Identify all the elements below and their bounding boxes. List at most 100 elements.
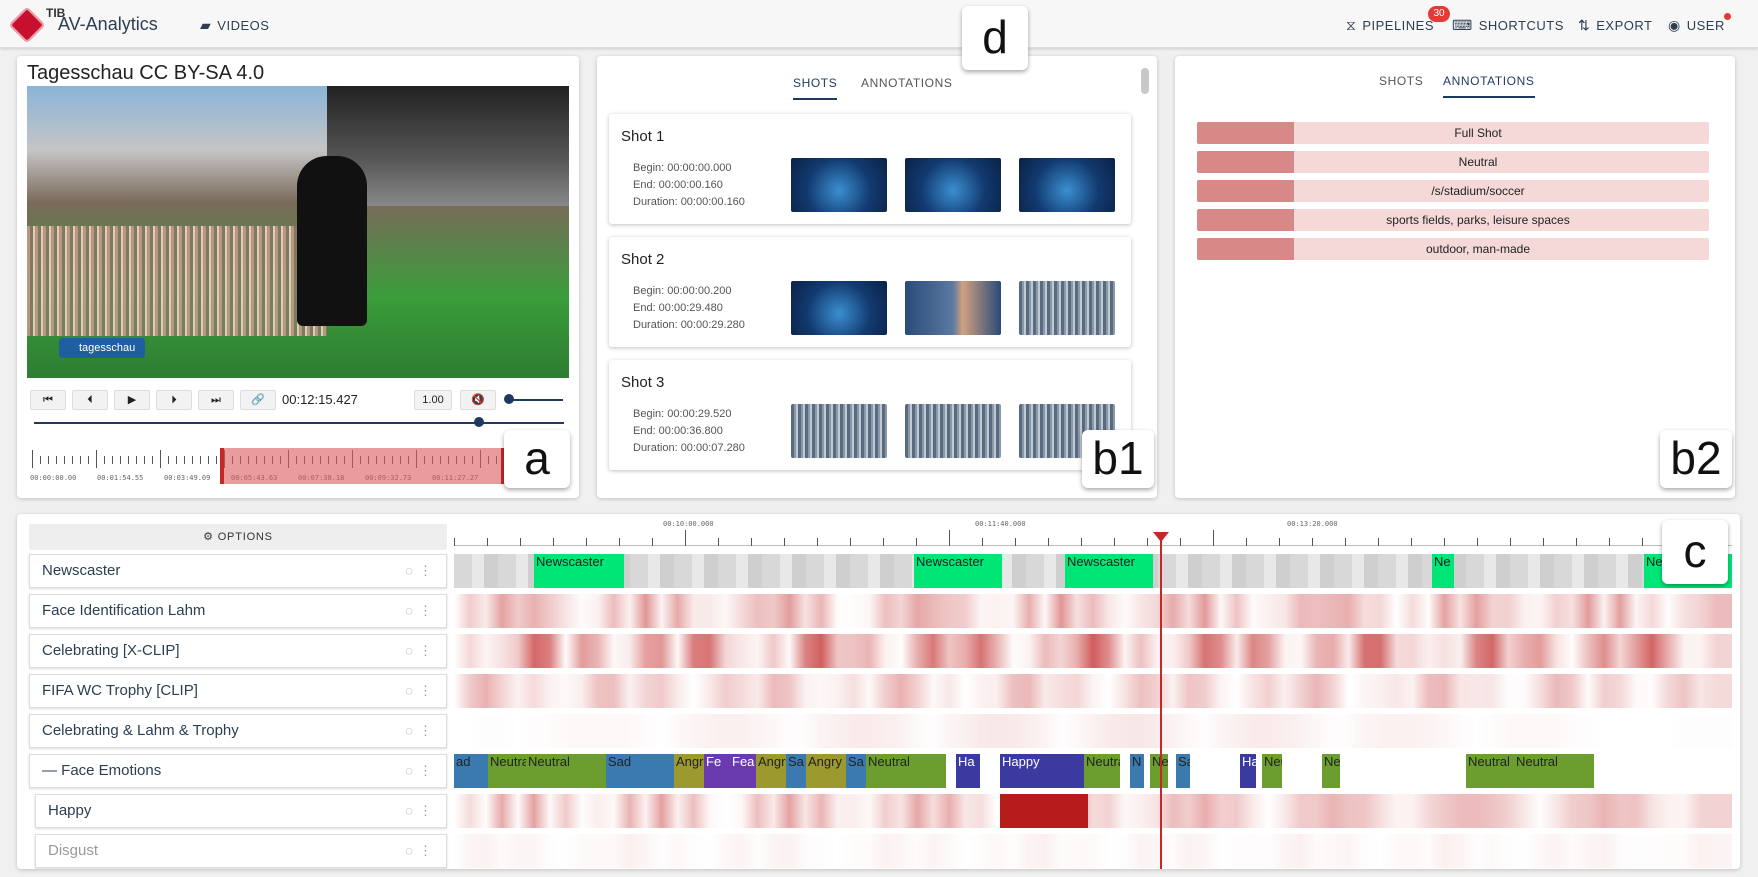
- playhead-line[interactable]: [1160, 538, 1162, 869]
- emotion-segment[interactable]: Ne: [1150, 754, 1168, 788]
- timeline-lane[interactable]: [454, 674, 1732, 708]
- annotation-item[interactable]: Neutral: [1197, 151, 1709, 173]
- emotion-segment[interactable]: Neutra: [1084, 754, 1120, 788]
- emotion-segment[interactable]: Neutral: [866, 754, 946, 788]
- playback-speed[interactable]: 1.00: [414, 390, 452, 410]
- timeline-tick: [586, 538, 587, 546]
- tab-shots[interactable]: SHOTS: [793, 76, 838, 100]
- newscaster-segment[interactable]: Newscaster: [1065, 554, 1153, 588]
- visibility-icon[interactable]: ◌⋮: [405, 795, 438, 827]
- emotion-segment[interactable]: Neutral: [1466, 754, 1514, 788]
- shot-thumbnail[interactable]: [1019, 281, 1115, 335]
- emotion-segment[interactable]: Neu: [1262, 754, 1282, 788]
- shot-thumbnail[interactable]: [905, 158, 1001, 212]
- timeline-lane[interactable]: [454, 714, 1732, 748]
- shortcuts-nav-button[interactable]: ⌨ SHORTCUTS: [1452, 17, 1564, 34]
- newscaster-segment[interactable]: Newscaster: [914, 554, 1002, 588]
- visibility-icon[interactable]: ◌⋮: [405, 715, 438, 747]
- play-button[interactable]: ▶: [114, 390, 150, 410]
- volume-slider[interactable]: [508, 399, 563, 401]
- shot-card[interactable]: Shot 3 Begin: 00:00:29.520 End: 00:00:36…: [609, 360, 1131, 470]
- shot-thumbnail[interactable]: [905, 404, 1001, 458]
- prev-frame-button[interactable]: ⏴: [72, 390, 108, 410]
- shot-card[interactable]: Shot 2 Begin: 00:00:00.200 End: 00:00:29…: [609, 237, 1131, 347]
- pipelines-count-badge: 30: [1428, 6, 1450, 22]
- annotation-item[interactable]: Full Shot: [1197, 122, 1709, 144]
- shot-thumbnail[interactable]: [1019, 158, 1115, 212]
- options-label: OPTIONS: [217, 531, 273, 543]
- link-icon[interactable]: 🔗: [240, 390, 276, 410]
- skip-end-button[interactable]: ⏭: [198, 390, 234, 410]
- visibility-icon[interactable]: ◌⋮: [405, 755, 438, 787]
- track-label[interactable]: Disgust ◌⋮: [35, 834, 447, 868]
- tab-annotations[interactable]: ANNOTATIONS: [1443, 74, 1535, 98]
- timeline-lane[interactable]: Newscaster Newscaster Newscaster Ne New: [454, 554, 1732, 588]
- emotion-segment[interactable]: Angry: [806, 754, 846, 788]
- mute-icon[interactable]: 🔇: [460, 390, 496, 410]
- timeline-lane[interactable]: [454, 834, 1732, 868]
- ruler-tick: [112, 456, 113, 464]
- shot-thumbnail[interactable]: [905, 281, 1001, 335]
- options-button[interactable]: ⚙ OPTIONS: [29, 524, 447, 550]
- shot-thumbnail[interactable]: [791, 404, 887, 458]
- shot-thumbnail[interactable]: [791, 158, 887, 212]
- emotion-segment[interactable]: Sa: [846, 754, 866, 788]
- visibility-icon[interactable]: ◌⋮: [405, 555, 438, 587]
- track-label[interactable]: Newscaster ◌⋮: [29, 554, 447, 588]
- emotion-segment[interactable]: Neutral: [526, 754, 606, 788]
- track-label[interactable]: — Face Emotions ◌⋮: [29, 754, 447, 788]
- tab-annotations[interactable]: ANNOTATIONS: [861, 76, 953, 90]
- emotion-segment[interactable]: Angr: [756, 754, 786, 788]
- emotion-segment[interactable]: ad: [454, 754, 488, 788]
- visibility-icon[interactable]: ◌⋮: [405, 675, 438, 707]
- seek-slider[interactable]: [34, 422, 564, 424]
- selected-range[interactable]: [220, 448, 505, 484]
- annotation-item[interactable]: sports fields, parks, leisure spaces: [1197, 209, 1709, 231]
- shot-thumbnail[interactable]: [791, 281, 887, 335]
- timeline-ruler[interactable]: 00:10:00.000 00:11:40.000 00:13:20.000: [454, 518, 1732, 546]
- emotion-segment[interactable]: Neutra: [488, 754, 526, 788]
- track-label[interactable]: Face Identification Lahm ◌⋮: [29, 594, 447, 628]
- emotion-segment[interactable]: Angr: [674, 754, 704, 788]
- track-label[interactable]: FIFA WC Trophy [CLIP] ◌⋮: [29, 674, 447, 708]
- annotation-item[interactable]: /s/stadium/soccer: [1197, 180, 1709, 202]
- emotion-segment[interactable]: Sa: [1176, 754, 1190, 788]
- visibility-icon[interactable]: ◌⋮: [405, 835, 438, 867]
- shot-card[interactable]: Shot 1 Begin: 00:00:00.000 End: 00:00:00…: [609, 114, 1131, 224]
- skip-start-button[interactable]: ⏮: [30, 390, 66, 410]
- timeline-tick: [1576, 538, 1577, 546]
- emotion-segment[interactable]: Ha: [1240, 754, 1256, 788]
- timeline-lane[interactable]: ad Neutra Neutral Sad Angr Fe Fea Angr Sa Angry Sa…: [454, 754, 1732, 788]
- user-nav-button[interactable]: ◉ USER: [1668, 17, 1725, 34]
- emotion-segment[interactable]: Sad: [606, 754, 674, 788]
- videos-nav-button[interactable]: ▰ VIDEOS: [200, 17, 269, 34]
- track-label[interactable]: Celebrating & Lahm & Trophy ◌⋮: [29, 714, 447, 748]
- emotion-segment[interactable]: Neutral: [1514, 754, 1594, 788]
- export-nav-button[interactable]: ⇅ EXPORT: [1578, 17, 1652, 34]
- newscaster-segment[interactable]: Ne: [1432, 554, 1454, 588]
- annotation-item[interactable]: outdoor, man-made: [1197, 238, 1709, 260]
- newscaster-segment[interactable]: Newscaster: [534, 554, 624, 588]
- emotion-segment[interactable]: Happy: [1000, 754, 1084, 788]
- emotion-segment[interactable]: Fea: [730, 754, 756, 788]
- visibility-icon[interactable]: ◌⋮: [405, 635, 438, 667]
- timeline-lane[interactable]: [454, 594, 1732, 628]
- emotion-segment[interactable]: Ne: [1322, 754, 1340, 788]
- visibility-icon[interactable]: ◌⋮: [405, 595, 438, 627]
- timeline-lane[interactable]: [454, 794, 1732, 828]
- timeline-lane[interactable]: [454, 634, 1732, 668]
- tab-shots[interactable]: SHOTS: [1379, 74, 1423, 88]
- track-label[interactable]: Happy ◌⋮: [35, 794, 447, 828]
- emotion-segment[interactable]: Sa: [786, 754, 806, 788]
- hourglass-icon: ⧖: [1346, 17, 1357, 33]
- track-label[interactable]: Celebrating [X-CLIP] ◌⋮: [29, 634, 447, 668]
- emotion-segment[interactable]: Fe: [704, 754, 730, 788]
- scrollbar-thumb[interactable]: [1141, 68, 1149, 94]
- happy-peak[interactable]: [1000, 794, 1088, 828]
- app-title[interactable]: AV-Analytics: [58, 14, 158, 35]
- emotion-segment[interactable]: Ha: [956, 754, 980, 788]
- emotion-segment[interactable]: N: [1130, 754, 1144, 788]
- video-frame[interactable]: tagesschau: [27, 86, 569, 378]
- next-frame-button[interactable]: ⏵: [156, 390, 192, 410]
- pipelines-nav-button[interactable]: ⧖ PIPELINES: [1346, 17, 1434, 34]
